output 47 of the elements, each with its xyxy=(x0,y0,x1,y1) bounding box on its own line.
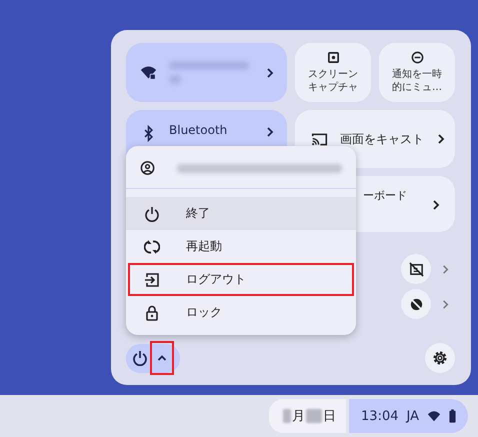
restart-icon xyxy=(144,238,160,254)
day-label: 日 xyxy=(323,408,336,425)
blurred-digit xyxy=(283,409,292,423)
screen-capture-tile[interactable]: スクリーン キャプチャ xyxy=(295,43,371,102)
mute-notifications-tile[interactable]: 通知を一時 的にミュ… xyxy=(379,43,455,102)
status-tray[interactable]: 13:04 JA xyxy=(349,399,468,433)
settings-icon xyxy=(432,350,448,366)
menu-item[interactable]: ログアウト xyxy=(128,263,354,296)
power-button[interactable] xyxy=(126,344,180,372)
menu-item[interactable]: 再起動 xyxy=(128,230,354,263)
chevron-right-icon xyxy=(436,134,446,144)
tile-label: キャプチャ xyxy=(308,81,358,94)
chevron-right-icon xyxy=(265,127,275,137)
wifi-icon xyxy=(427,409,441,423)
menu-item[interactable]: ロック xyxy=(128,296,354,329)
date-pill[interactable]: 月 日 xyxy=(269,399,346,433)
crossed-circle-button[interactable] xyxy=(401,289,431,319)
power-icon xyxy=(132,350,148,366)
tile-label: 通知を一時 xyxy=(392,68,442,81)
power-icon xyxy=(144,206,160,222)
blurred-digit xyxy=(306,409,322,423)
caret-up-icon xyxy=(157,353,167,363)
crossed-screen-icon xyxy=(408,262,424,276)
network-tile[interactable] xyxy=(126,43,287,102)
account-icon xyxy=(140,160,156,176)
chevron-right-icon xyxy=(265,68,275,78)
wifi-lock-icon xyxy=(140,64,157,81)
crossed-screen-button[interactable] xyxy=(401,254,431,284)
minus-circle-icon xyxy=(410,50,424,64)
caret-up-button[interactable] xyxy=(150,341,174,375)
input-method-label: JA xyxy=(406,408,419,424)
settings-button[interactable] xyxy=(425,343,455,373)
lock-icon xyxy=(144,304,160,320)
month-label: 月 xyxy=(292,408,306,425)
chevron-right-icon xyxy=(441,264,450,274)
battery-icon xyxy=(449,409,456,423)
logout-icon xyxy=(144,272,160,288)
tile-label: 的にミュ… xyxy=(392,81,442,94)
chevron-right-icon xyxy=(441,300,450,308)
blurred-network-name xyxy=(169,75,181,84)
tile-label: スクリーン xyxy=(308,68,358,81)
clock-time: 13:04 xyxy=(361,408,398,424)
chevron-right-icon xyxy=(431,200,441,210)
screen-capture-icon xyxy=(326,50,340,64)
crossed-circle-icon xyxy=(408,296,424,312)
menu-item[interactable]: 終了 xyxy=(126,197,356,230)
cast-icon xyxy=(311,130,328,148)
